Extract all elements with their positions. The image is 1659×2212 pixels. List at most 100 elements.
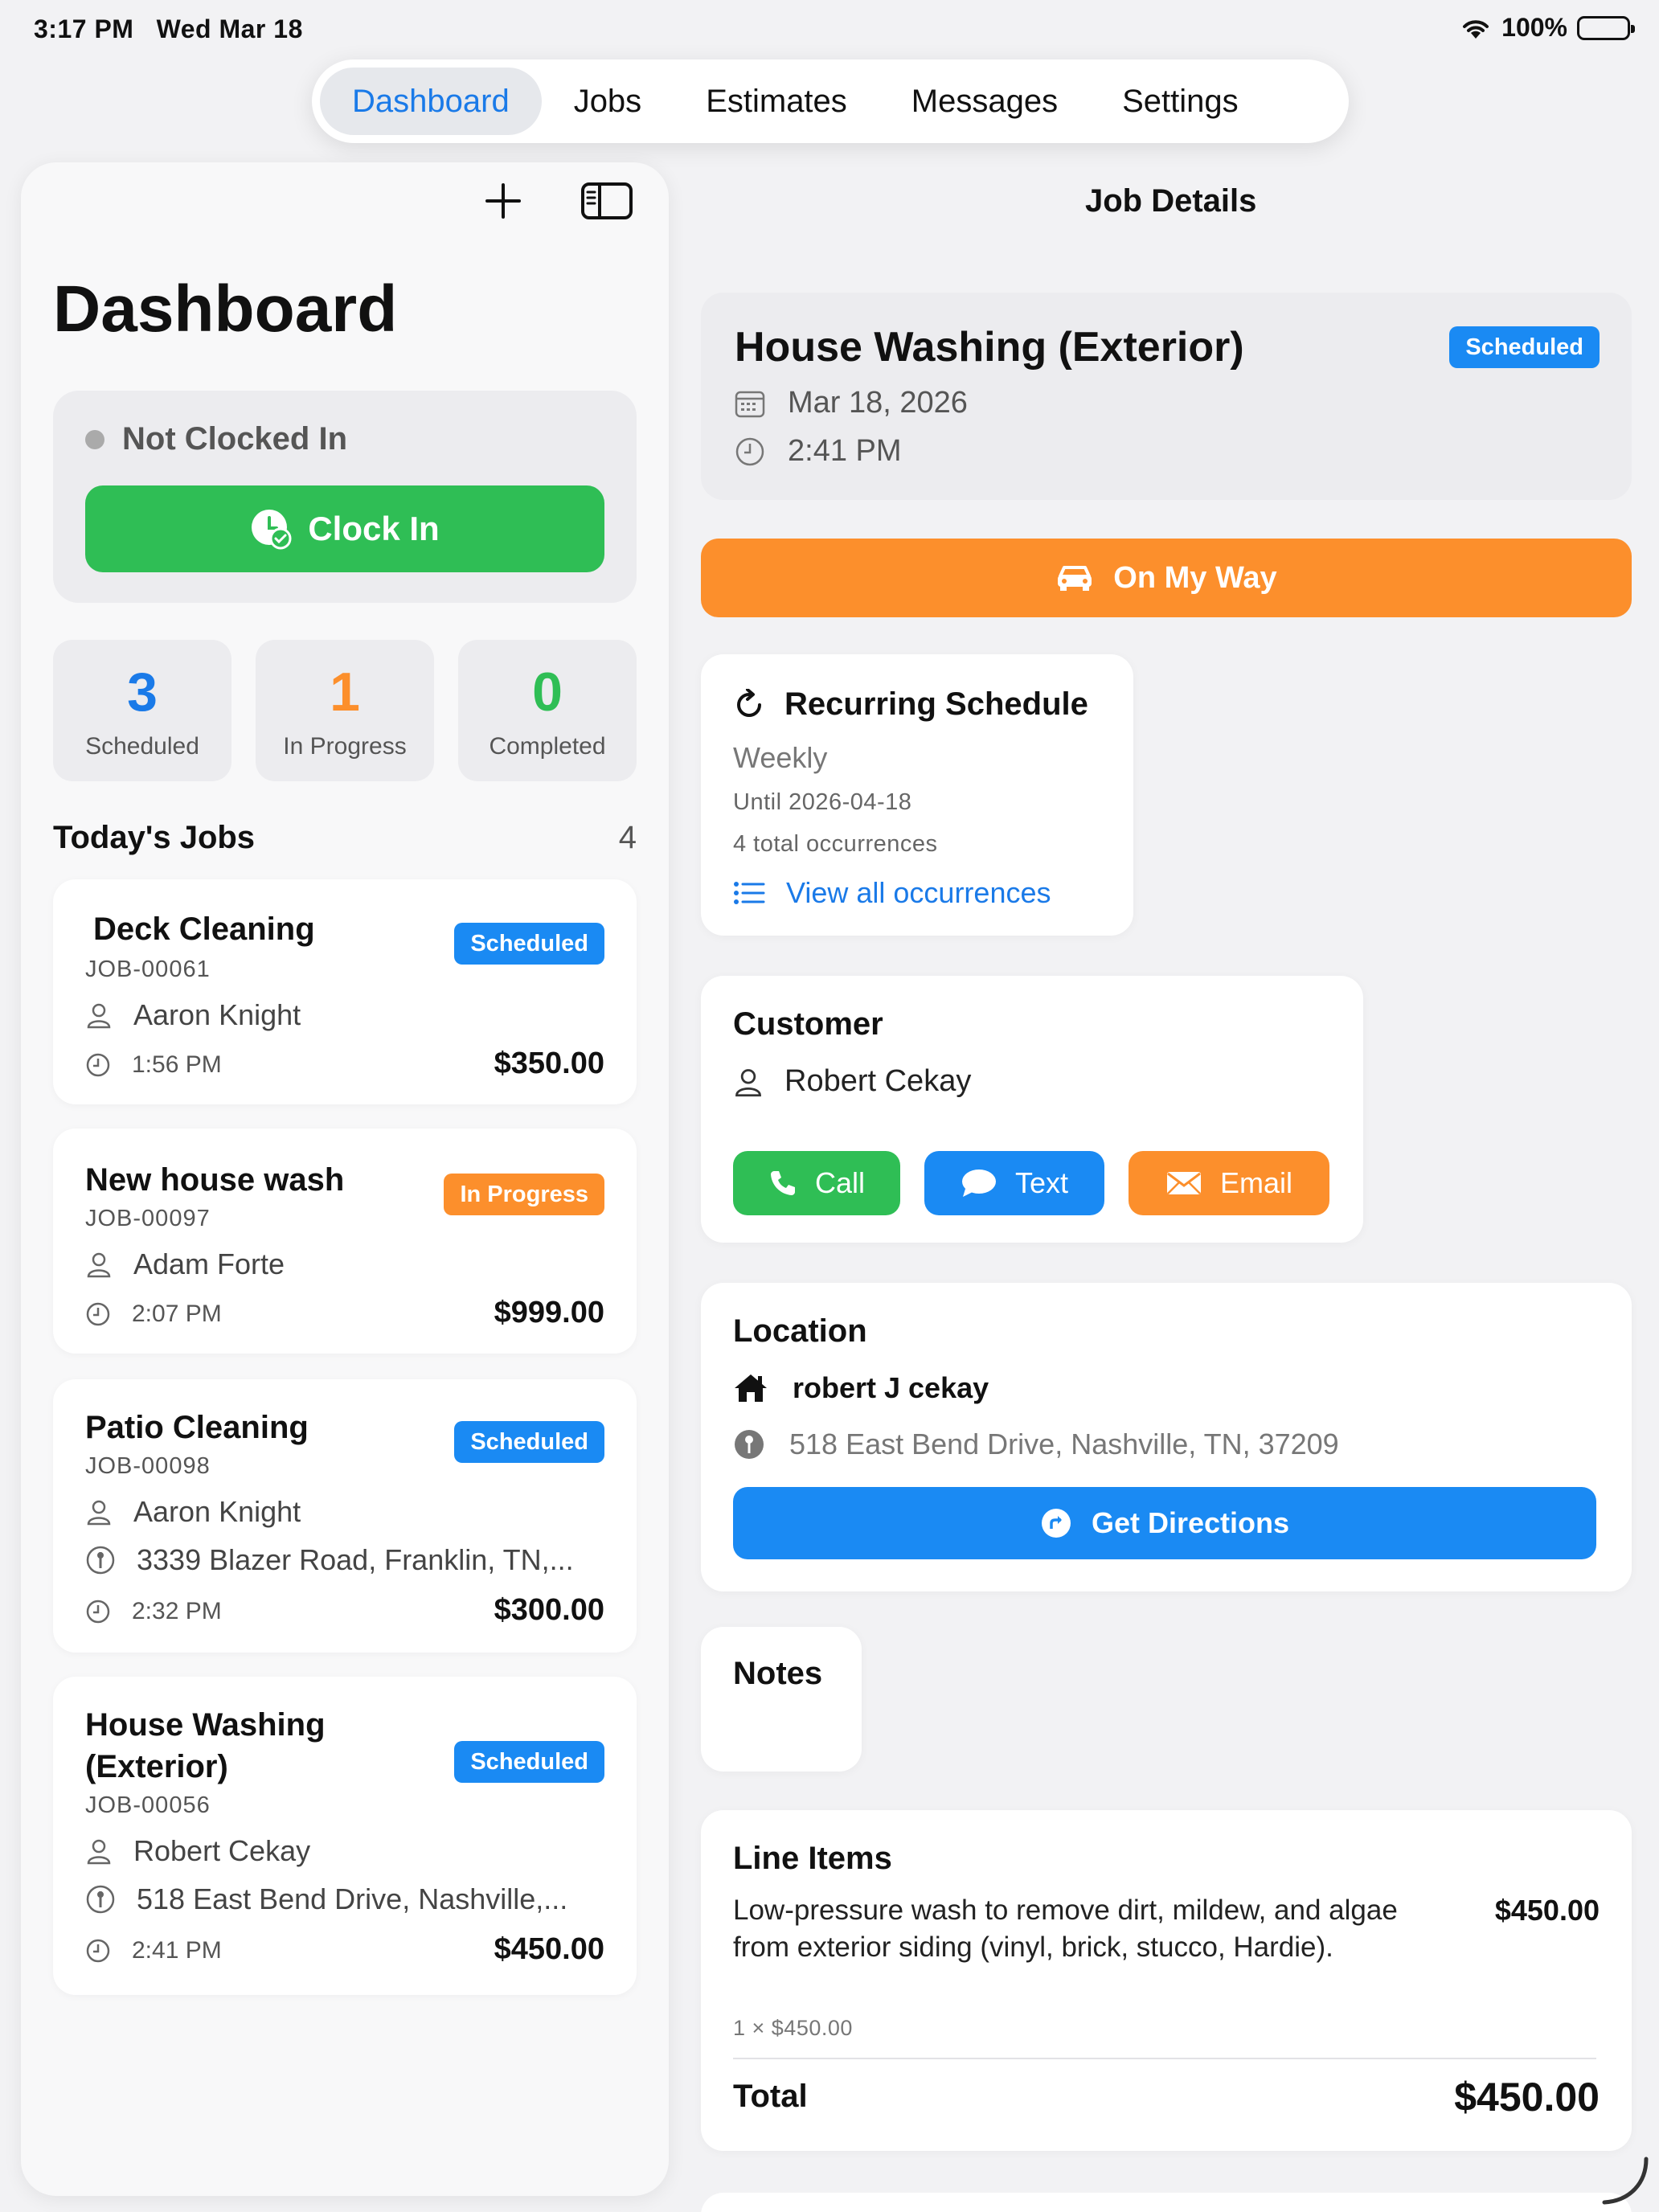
status-badge: Scheduled [454, 923, 604, 965]
tab-dashboard[interactable]: Dashboard [320, 68, 542, 135]
customer-card: Customer Robert Cekay Call Text Email [701, 976, 1363, 1243]
job-card[interactable]: Patio Cleaning Scheduled JOB-00098 Aaron… [53, 1379, 637, 1653]
get-directions-button[interactable]: Get Directions [733, 1487, 1596, 1559]
job-summary-card: House Washing (Exterior) Scheduled Mar 1… [701, 293, 1632, 500]
phone-icon [768, 1169, 797, 1198]
job-time: 1:56 PM [85, 1051, 222, 1079]
contact-buttons: Call Text Email [733, 1151, 1329, 1215]
location-card: Location robert J cekay 518 East Bend Dr… [701, 1283, 1632, 1591]
tab-jobs[interactable]: Jobs [542, 68, 674, 135]
stat-scheduled[interactable]: 3 Scheduled [53, 640, 231, 781]
divider [733, 2058, 1596, 2059]
clock-in-button[interactable]: Clock In [85, 485, 604, 572]
location-pin-icon [85, 1545, 116, 1575]
battery-icon [1577, 15, 1635, 40]
clock-card: Not Clocked In Clock In [53, 391, 637, 603]
job-id: JOB-00097 [85, 1206, 211, 1231]
job-id: JOB-00098 [85, 1453, 211, 1479]
job-id: JOB-00061 [85, 956, 211, 982]
call-button[interactable]: Call [733, 1151, 900, 1215]
todays-jobs-header: Today's Jobs 4 [53, 820, 637, 855]
clock-icon [85, 1052, 111, 1078]
tab-settings[interactable]: Settings [1090, 68, 1271, 135]
list-icon [733, 881, 765, 905]
line-item-quantity: 1 × $450.00 [733, 2016, 853, 2040]
total-label: Total [733, 2079, 808, 2114]
job-customer: Robert Cekay [85, 1834, 310, 1868]
job-card[interactable]: Deck Cleaning Scheduled JOB-00061 Aaron … [53, 879, 637, 1104]
resize-handle-icon[interactable] [1595, 2151, 1651, 2207]
status-badge: In Progress [444, 1174, 604, 1215]
status-right: 100% [1460, 13, 1635, 43]
battery-percent: 100% [1501, 13, 1567, 42]
status-badge: Scheduled [454, 1741, 604, 1783]
location-name: robert J cekay [733, 1371, 989, 1405]
job-customer: Adam Forte [85, 1247, 285, 1281]
location-pin-icon [733, 1428, 765, 1460]
location-heading: Location [733, 1313, 867, 1349]
total-amount: $450.00 [1454, 2075, 1600, 2120]
customer-name: Robert Cekay [733, 1064, 971, 1099]
job-title: Patio Cleaning [85, 1410, 309, 1445]
status-badge: Scheduled [1449, 326, 1600, 368]
text-button[interactable]: Text [924, 1151, 1104, 1215]
clock-icon [85, 1938, 111, 1964]
job-address: 3339 Blazer Road, Franklin, TN,... [85, 1543, 574, 1577]
wifi-icon [1460, 16, 1492, 40]
next-card-peek [701, 2193, 1632, 2212]
job-stats: 3 Scheduled 1 In Progress 0 Completed [53, 640, 637, 781]
calendar-icon [735, 389, 765, 418]
envelope-icon [1165, 1170, 1202, 1196]
tab-estimates[interactable]: Estimates [674, 68, 879, 135]
job-time: 2:41 PM [735, 434, 902, 469]
line-items-card: Line Items Low-pressure wash to remove d… [701, 1810, 1632, 2151]
recurring-schedule-card: Recurring Schedule Weekly Until 2026-04-… [701, 654, 1133, 936]
clock-badge-icon [250, 508, 292, 550]
status-time: 3:17 PM Wed Mar 18 [34, 14, 303, 43]
tab-messages[interactable]: Messages [879, 68, 1090, 135]
job-details-title: Job Details [1085, 183, 1257, 219]
car-icon [1055, 563, 1094, 592]
clock-icon [85, 1301, 111, 1327]
status-dot-icon [85, 429, 104, 449]
person-icon [85, 1002, 113, 1029]
line-item-price: $450.00 [1494, 1894, 1600, 1927]
dashboard-panel: Dashboard Not Clocked In Clock In 3 Sche… [21, 162, 669, 2196]
recurring-until: Until 2026-04-18 [733, 789, 912, 815]
job-price: $300.00 [494, 1593, 604, 1627]
job-detail-title: House Washing (Exterior) [735, 324, 1244, 371]
line-items-heading: Line Items [733, 1841, 892, 1876]
recurring-occurrences: 4 total occurrences [733, 831, 938, 857]
job-price: $999.00 [494, 1296, 604, 1329]
job-card[interactable]: House Washing (Exterior) Scheduled JOB-0… [53, 1677, 637, 1995]
job-date: Mar 18, 2026 [735, 386, 968, 420]
person-icon [733, 1067, 764, 1097]
job-customer: Aaron Knight [85, 1495, 301, 1529]
job-address: 518 East Bend Drive, Nashville,... [85, 1882, 567, 1916]
stat-completed[interactable]: 0 Completed [458, 640, 637, 781]
recurring-frequency: Weekly [733, 741, 828, 774]
location-address: 518 East Bend Drive, Nashville, TN, 3720… [733, 1428, 1339, 1461]
job-time: 2:32 PM [85, 1598, 222, 1625]
stat-in-progress[interactable]: 1 In Progress [256, 640, 434, 781]
sidebar-toggle-icon[interactable] [580, 182, 633, 220]
panel-toolbar [484, 182, 633, 220]
repeat-icon [733, 688, 765, 721]
clock-icon [85, 1599, 111, 1624]
notes-heading: Notes [733, 1656, 823, 1691]
house-icon [733, 1372, 768, 1404]
job-price: $350.00 [494, 1047, 604, 1080]
job-time: 2:07 PM [85, 1301, 222, 1328]
clock-status: Not Clocked In [85, 421, 347, 457]
directions-icon [1040, 1507, 1072, 1539]
view-all-occurrences-link[interactable]: View all occurrences [733, 876, 1051, 910]
job-title: House Washing (Exterior) [85, 1707, 326, 1784]
job-title: New house wash [85, 1162, 345, 1198]
job-time: 2:41 PM [85, 1937, 222, 1964]
clock-icon [735, 436, 765, 467]
add-icon[interactable] [484, 182, 522, 220]
on-my-way-button[interactable]: On My Way [701, 539, 1632, 617]
person-icon [85, 1498, 113, 1526]
job-card[interactable]: New house wash In Progress JOB-00097 Ada… [53, 1129, 637, 1354]
email-button[interactable]: Email [1129, 1151, 1329, 1215]
